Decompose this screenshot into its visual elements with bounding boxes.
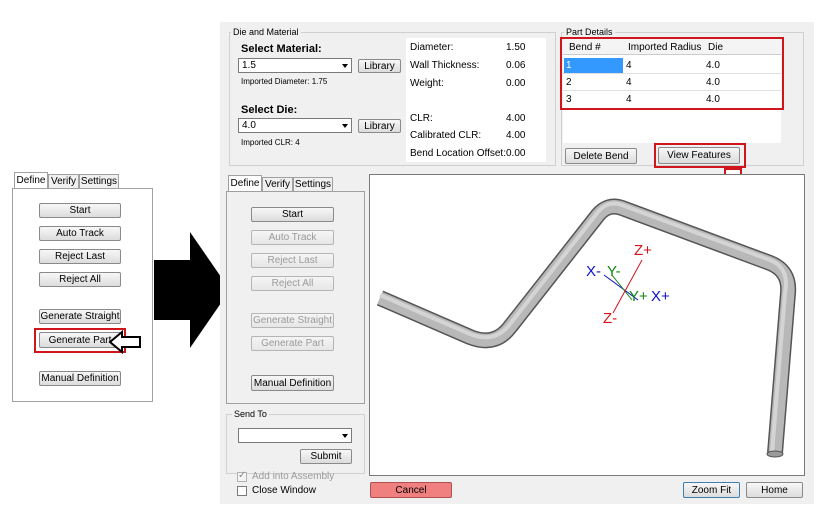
bent-tube-model (376, 198, 797, 458)
properties-box (406, 38, 546, 162)
bend-offset-value: 0.00 (506, 148, 526, 159)
axis-y-pos: Y+ (629, 288, 648, 305)
generate-straight-button[interactable]: Generate Straight (251, 313, 334, 328)
send-to-group (226, 414, 365, 474)
table-highlight (560, 37, 784, 110)
imported-clr-text: Imported CLR: 4 (241, 138, 300, 147)
generate-part-button[interactable]: Generate Part (251, 336, 334, 351)
select-material-label: Select Material: (241, 43, 322, 55)
axis-x-neg: X- (586, 263, 601, 280)
left-tab-define[interactable]: Define (14, 172, 48, 188)
left-auto-track-button[interactable]: Auto Track (39, 226, 121, 241)
material-library-button[interactable]: Library (358, 59, 401, 73)
define-tab-body (226, 191, 365, 404)
delete-bend-button[interactable]: Delete Bend (565, 148, 637, 164)
weight-label: Weight: (410, 78, 444, 89)
manual-definition-button[interactable]: Manual Definition (251, 375, 334, 391)
die-select-value: 4.0 (242, 120, 256, 131)
left-start-button[interactable]: Start (39, 203, 121, 218)
auto-track-button[interactable]: Auto Track (251, 230, 334, 245)
close-window-checkbox[interactable] (237, 486, 247, 496)
tab-settings[interactable]: Settings (293, 177, 333, 191)
send-to-title: Send To (232, 409, 269, 419)
calibrated-clr-label: Calibrated CLR: (410, 130, 482, 141)
send-to-select[interactable] (238, 428, 352, 443)
die-library-button[interactable]: Library (358, 119, 401, 133)
calibrated-clr-value: 4.00 (506, 130, 526, 141)
left-manual-definition-button[interactable]: Manual Definition (39, 371, 121, 386)
start-button[interactable]: Start (251, 207, 334, 222)
weight-value: 0.00 (506, 78, 526, 89)
left-reject-last-button[interactable]: Reject Last (39, 249, 121, 264)
chevron-down-icon (342, 123, 348, 128)
zoom-fit-button[interactable]: Zoom Fit (683, 482, 740, 498)
axis-z-neg: Z- (603, 310, 618, 327)
diameter-label: Diameter: (410, 42, 454, 53)
left-pointer-arrow-icon (108, 330, 141, 354)
reject-all-button[interactable]: Reject All (251, 276, 334, 291)
chevron-down-icon (342, 433, 348, 438)
home-button[interactable]: Home (746, 482, 803, 498)
chevron-down-icon (342, 63, 348, 68)
left-define-panel: Define Verify Settings Start Auto Track … (12, 172, 153, 402)
axis-y-neg: Y- (607, 263, 621, 280)
add-assembly-checkbox[interactable] (237, 470, 247, 482)
clr-label: CLR: (410, 113, 433, 124)
axis-x-pos: X+ (651, 288, 670, 305)
die-select[interactable]: 4.0 (238, 118, 352, 133)
material-select-value: 1.5 (242, 60, 256, 71)
view-features-button[interactable]: View Features (658, 147, 740, 164)
axis-z-pos: Z+ (634, 242, 652, 259)
transition-arrow-icon (154, 232, 230, 348)
cancel-button[interactable]: Cancel (370, 482, 452, 498)
die-material-title: Die and Material (231, 27, 301, 37)
diameter-value: 1.50 (506, 42, 526, 53)
clr-value: 4.00 (506, 113, 526, 124)
select-die-label: Select Die: (241, 104, 298, 116)
imported-diameter-text: Imported Diameter: 1.75 (241, 77, 328, 86)
close-window-label: Close Window (252, 485, 316, 496)
part-details-title: Part Details (564, 27, 615, 37)
left-tab-settings[interactable]: Settings (79, 174, 119, 188)
left-tab-body (12, 188, 153, 402)
bend-offset-label: Bend Location Offset: (410, 148, 506, 159)
tab-define[interactable]: Define (228, 175, 262, 191)
add-assembly-label: Add into Assembly (252, 471, 335, 482)
left-generate-straight-button[interactable]: Generate Straight (39, 309, 121, 324)
tab-verify[interactable]: Verify (262, 177, 293, 191)
wall-thickness-value: 0.06 (506, 60, 526, 71)
left-tab-verify[interactable]: Verify (48, 174, 79, 188)
reject-last-button[interactable]: Reject Last (251, 253, 334, 268)
material-select[interactable]: 1.5 (238, 58, 352, 73)
submit-button[interactable]: Submit (300, 449, 352, 464)
wall-thickness-label: Wall Thickness: (410, 60, 480, 71)
left-reject-all-button[interactable]: Reject All (39, 272, 121, 287)
